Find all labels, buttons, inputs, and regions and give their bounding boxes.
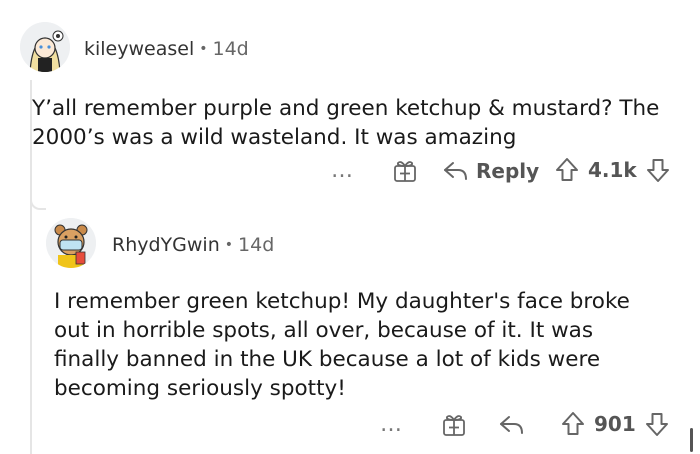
comment-meta: kileyweasel • 14d xyxy=(84,38,249,60)
downvote-arrow-icon[interactable] xyxy=(645,156,671,184)
comment-meta: RhydYGwin • 14d xyxy=(112,234,274,256)
comment-body-line: out in horrible spots, all over, because… xyxy=(54,318,594,343)
avatar-blonde-girl-icon xyxy=(20,22,70,72)
comment-age: 14d xyxy=(238,234,275,256)
reply-arrow-icon xyxy=(444,162,467,180)
upvote-arrow-icon[interactable] xyxy=(554,156,580,184)
gift-icon xyxy=(394,161,416,182)
gift-icon xyxy=(443,415,465,436)
comment-body-line: becoming seriously spotty! xyxy=(54,376,346,401)
thread-connector xyxy=(30,196,46,210)
separator-dot: • xyxy=(224,237,234,253)
comment-age: 14d xyxy=(212,38,249,60)
separator-dot: • xyxy=(199,41,208,57)
avatar[interactable] xyxy=(46,218,96,268)
vote-controls: 901 xyxy=(560,410,670,438)
comment-body-line: finally banned in the UK because a lot o… xyxy=(54,347,601,372)
award-button[interactable] xyxy=(441,412,467,438)
upvote-arrow-icon[interactable] xyxy=(560,410,586,438)
comment-body: I remember green ketchup! My daughter's … xyxy=(54,287,694,403)
more-options-button[interactable]: … xyxy=(380,412,403,437)
reply-arrow-icon xyxy=(500,416,523,434)
username[interactable]: kileyweasel xyxy=(84,38,194,60)
comment-body: Y’all remember purple and green ketchup … xyxy=(32,94,692,152)
more-options-button[interactable]: … xyxy=(331,158,354,183)
reply-button[interactable]: Reply xyxy=(442,158,539,184)
scrollbar[interactable] xyxy=(690,428,693,452)
comment-body-line: 2000’s was a wild wasteland. It was amaz… xyxy=(32,125,517,150)
reply-button[interactable] xyxy=(498,412,526,438)
username[interactable]: RhydYGwin xyxy=(112,234,220,256)
comment-body-line: Y’all remember purple and green ketchup … xyxy=(32,96,660,121)
thread-line-main xyxy=(30,200,32,454)
comment-body-line: I remember green ketchup! My daughter's … xyxy=(54,289,630,314)
vote-score: 4.1k xyxy=(588,158,637,182)
downvote-arrow-icon[interactable] xyxy=(644,410,670,438)
award-button[interactable] xyxy=(392,158,418,184)
reply-label: Reply xyxy=(476,159,540,183)
vote-score: 901 xyxy=(594,412,636,436)
vote-controls: 4.1k xyxy=(554,156,671,184)
avatar-bear-mask-icon xyxy=(46,218,96,268)
avatar[interactable] xyxy=(20,22,70,72)
